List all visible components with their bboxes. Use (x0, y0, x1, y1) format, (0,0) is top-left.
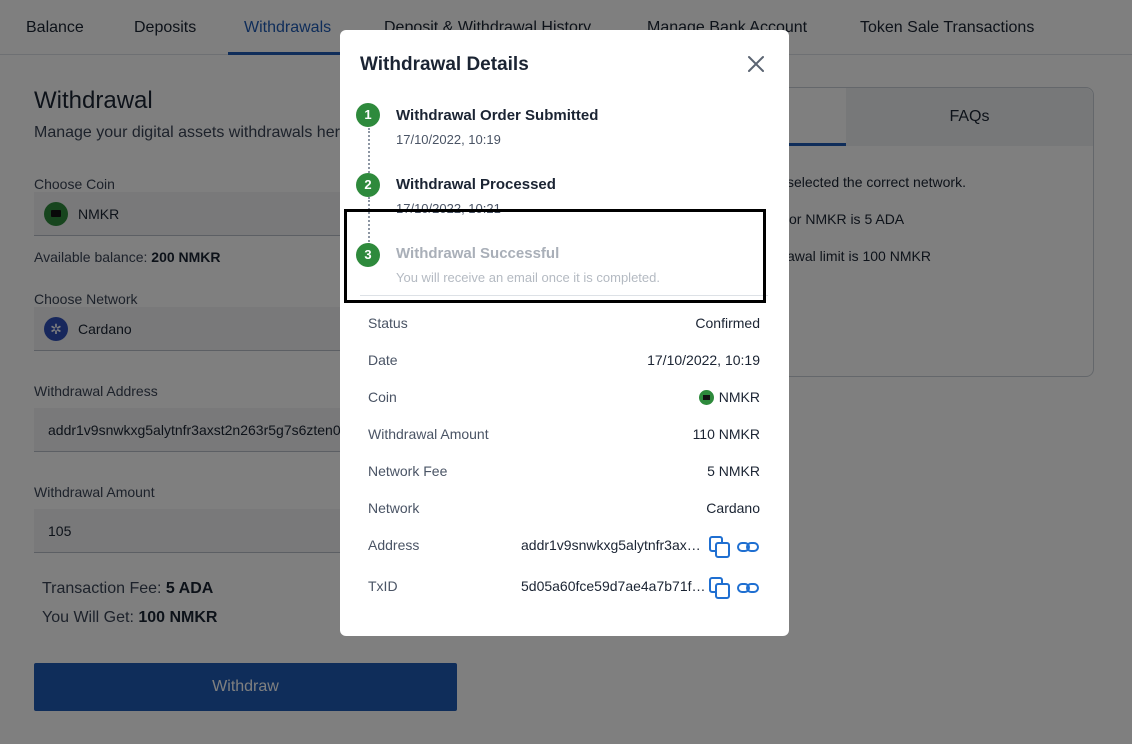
copy-icon[interactable] (708, 535, 732, 559)
detail-address-label: Address (368, 537, 420, 553)
detail-network-label: Network (368, 500, 420, 516)
step-1-badge: 1 (356, 103, 380, 127)
step-2-badge: 2 (356, 173, 380, 197)
detail-date-value: 17/10/2022, 10:19 (647, 352, 760, 368)
link-icon[interactable] (736, 535, 760, 559)
step-1-title: Withdrawal Order Submitted (396, 107, 599, 124)
withdrawal-details-modal: Withdrawal Details 1 Withdrawal Order Su… (340, 30, 789, 636)
modal-title: Withdrawal Details (360, 54, 529, 75)
detail-fee-label: Network Fee (368, 463, 448, 479)
close-icon[interactable] (744, 52, 768, 76)
detail-address-value: addr1v9snwkxg5alytnfr3axst2n263r5g7s6zte… (521, 537, 707, 553)
detail-txid-label: TxID (368, 578, 398, 594)
detail-coin-text: NMKR (718, 389, 760, 405)
detail-status-label: Status (368, 315, 408, 331)
detail-status-value: Confirmed (695, 315, 760, 331)
copy-icon[interactable] (708, 576, 732, 600)
highlight-box (344, 209, 766, 303)
step-2-title: Withdrawal Processed (396, 176, 556, 193)
detail-coin-value: NMKR (698, 389, 760, 405)
step-connector (368, 128, 370, 176)
detail-coin-label: Coin (368, 389, 397, 405)
link-icon[interactable] (736, 576, 760, 600)
nmkr-coin-icon (698, 390, 714, 405)
detail-fee-value: 5 NMKR (707, 463, 760, 479)
detail-date-label: Date (368, 352, 398, 368)
detail-amount-value: 110 NMKR (692, 426, 760, 442)
detail-network-value: Cardano (706, 500, 760, 516)
detail-amount-label: Withdrawal Amount (368, 426, 489, 442)
detail-txid-value: 5d05a60fce59d7ae4a7b71f2c8e3a9b4d6f0e1c2 (521, 578, 707, 594)
step-1-time: 17/10/2022, 10:19 (396, 132, 501, 147)
